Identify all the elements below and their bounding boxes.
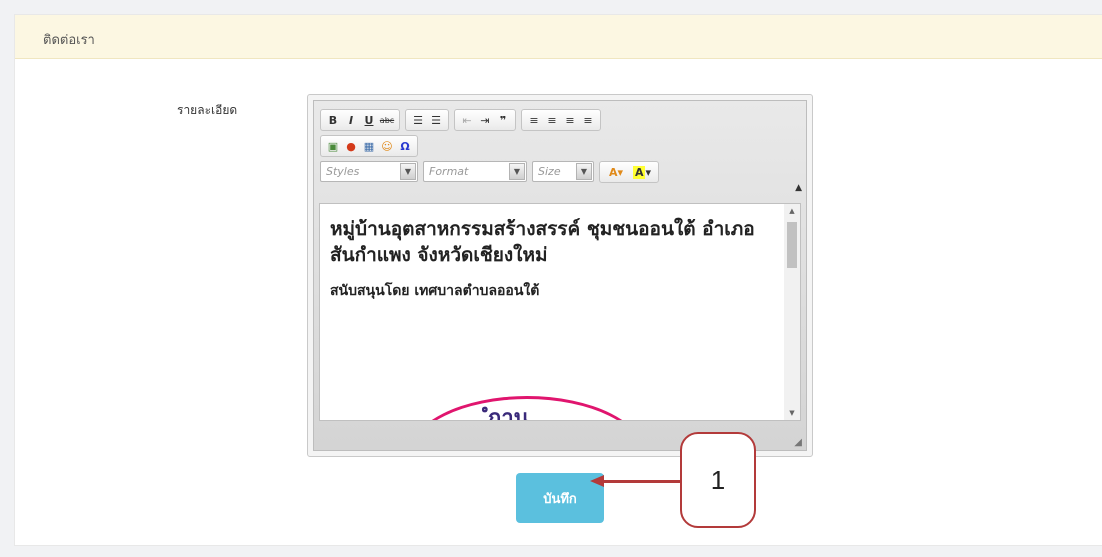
indent-button[interactable]: ⇥	[476, 111, 494, 129]
logo-text: ํกาน	[488, 406, 529, 421]
annotation-callout: 1	[680, 432, 756, 528]
omega-icon[interactable]: Ω	[396, 137, 414, 155]
detail-label: รายละเอียด	[177, 103, 238, 117]
align-left-button[interactable]: ≡	[525, 111, 543, 129]
size-dropdown[interactable]: Size ▼	[532, 161, 594, 182]
contact-panel: ติดต่อเรา รายละเอียด B I U abc ☰ ☰ ⇤ ⇥ ❞…	[14, 14, 1102, 546]
background-color-button[interactable]: A ▾	[629, 163, 655, 181]
chevron-down-icon: ▼	[400, 163, 416, 180]
scroll-down-icon[interactable]: ▼	[784, 406, 800, 420]
content-subtext: สนับสนุนโดย เทศบาลตำบลออนใต้	[330, 283, 540, 299]
outdent-button[interactable]: ⇤	[458, 111, 476, 129]
bulleted-list-button[interactable]: ☰	[427, 111, 445, 129]
editor-content: หมู่บ้านอุตสาหกรรมสร้างสรรค์ ชุมชนออนใต้…	[330, 216, 780, 302]
format-dropdown[interactable]: Format ▼	[423, 161, 527, 182]
editor-scrollbar[interactable]: ▲ ▼	[784, 204, 800, 420]
text-color-glyph: A	[608, 165, 618, 179]
smiley-icon[interactable]: ☺	[378, 137, 396, 155]
format-dropdown-label: Format	[429, 165, 469, 178]
panel-title: ติดต่อเรา	[43, 33, 95, 48]
toolbar-group-align: ≡ ≡ ≡ ≡	[521, 109, 601, 131]
toolbar-row-1: B I U abc ☰ ☰ ⇤ ⇥ ❞ ≡ ≡ ≡ ≡	[320, 109, 601, 131]
toolbar-row-2: ▣ ● ▦ ☺ Ω	[320, 135, 418, 157]
editor-chrome: B I U abc ☰ ☰ ⇤ ⇥ ❞ ≡ ≡ ≡ ≡ ▣ ● ▦ ☺ Ω St…	[313, 100, 807, 451]
text-color-button[interactable]: A ▾	[603, 163, 629, 181]
toolbar-group-lists: ☰ ☰	[405, 109, 449, 131]
image-icon[interactable]: ▣	[324, 137, 342, 155]
annotation-arrow-line	[602, 480, 682, 483]
size-dropdown-label: Size	[538, 165, 561, 178]
panel-heading: ติดต่อเรา	[15, 15, 1102, 59]
bold-button[interactable]: B	[324, 111, 342, 129]
underline-button[interactable]: U	[360, 111, 378, 129]
justify-button[interactable]: ≡	[579, 111, 597, 129]
italic-button[interactable]: I	[342, 111, 360, 129]
chevron-down-icon: ▼	[509, 163, 525, 180]
styles-dropdown-label: Styles	[326, 165, 360, 178]
toolbar-group-indent: ⇤ ⇥ ❞	[454, 109, 516, 131]
align-center-button[interactable]: ≡	[543, 111, 561, 129]
bg-color-glyph: A	[632, 165, 646, 179]
strikethrough-button[interactable]: abc	[378, 111, 396, 129]
styles-dropdown[interactable]: Styles ▼	[320, 161, 418, 182]
toolbar-collapse-icon[interactable]: ▲	[795, 183, 802, 193]
table-icon[interactable]: ▦	[360, 137, 378, 155]
toolbar-group-basic: B I U abc	[320, 109, 400, 131]
numbered-list-button[interactable]: ☰	[409, 111, 427, 129]
rich-text-editor: B I U abc ☰ ☰ ⇤ ⇥ ❞ ≡ ≡ ≡ ≡ ▣ ● ▦ ☺ Ω St…	[307, 94, 813, 457]
scrollbar-thumb[interactable]	[787, 222, 797, 268]
toolbar-group-colors: A ▾ A ▾	[599, 161, 659, 183]
resize-handle-icon[interactable]: ◢	[794, 437, 802, 448]
scroll-up-icon[interactable]: ▲	[784, 204, 800, 218]
toolbar-group-insert: ▣ ● ▦ ☺ Ω	[320, 135, 418, 157]
toolbar-row-3: Styles ▼ Format ▼ Size ▼ A ▾ A ▾	[320, 161, 659, 183]
chevron-down-icon: ▼	[576, 163, 592, 180]
content-heading: หมู่บ้านอุตสาหกรรมสร้างสรรค์ ชุมชนออนใต้…	[330, 218, 755, 266]
flash-icon[interactable]: ●	[342, 137, 360, 155]
align-right-button[interactable]: ≡	[561, 111, 579, 129]
editor-content-area[interactable]: หมู่บ้านอุตสาหกรรมสร้างสรรค์ ชุมชนออนใต้…	[319, 203, 801, 421]
blockquote-button[interactable]: ❞	[494, 111, 512, 129]
